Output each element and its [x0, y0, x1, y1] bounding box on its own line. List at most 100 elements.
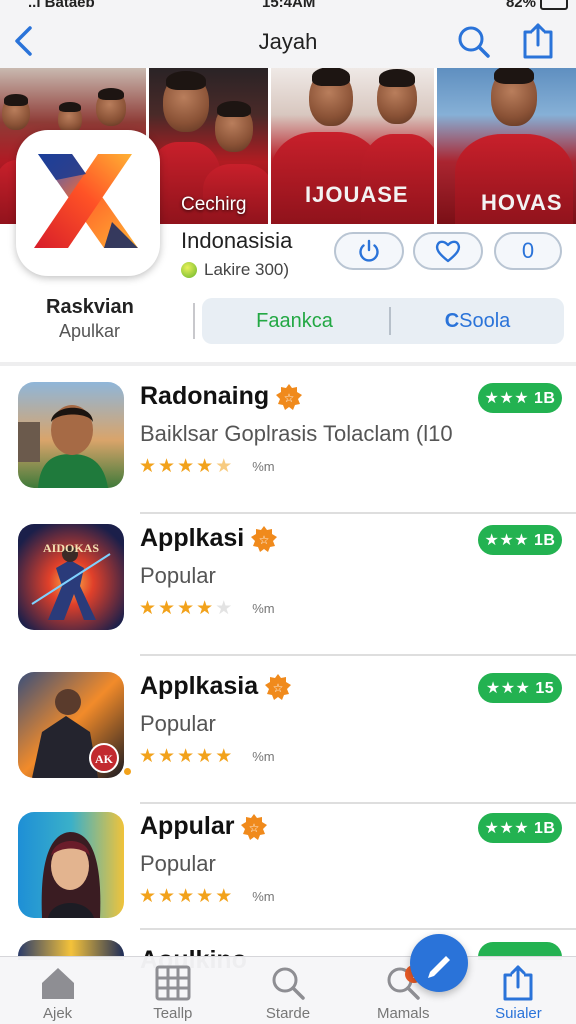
star-icon: ★	[158, 746, 176, 767]
rating-badge[interactable]: ★★★ 1B	[478, 383, 562, 413]
power-icon	[359, 239, 379, 262]
star-icon: ★	[196, 886, 214, 907]
rating-badge[interactable]: ★★★ 15	[478, 673, 562, 703]
star-icon: ★	[177, 886, 195, 907]
list-item[interactable]: AIDOKAS Applkasi ☆ Popular ★ ★ ★ ★ ★ %m ★★★ …	[0, 508, 576, 656]
dark-hero-thumb-icon: AK	[18, 672, 124, 778]
share-icon	[523, 23, 553, 59]
rating-badge[interactable]: ★★★ 1B	[478, 813, 562, 843]
svg-text:AIDOKAS: AIDOKAS	[43, 541, 99, 555]
divider	[193, 303, 195, 339]
app-title-text: Appular	[140, 812, 235, 840]
list-item[interactable]: AK Applkasia ☆ Popular ★ ★ ★ ★ ★ %m ★★★ 15	[0, 656, 576, 804]
rating-count: %m	[252, 889, 275, 904]
app-title-text: Applkasia	[140, 672, 259, 700]
app-subtitle: Popular	[140, 563, 216, 588]
tab-label: Starde	[265, 1005, 311, 1022]
award-badge-icon: ☆	[241, 813, 268, 840]
woman-portrait-thumb-icon	[18, 812, 124, 918]
search-button[interactable]	[456, 24, 492, 60]
rating-count: %m	[252, 601, 275, 616]
search-icon	[272, 967, 305, 1000]
star-icon: ★	[196, 598, 214, 619]
svg-text:☆: ☆	[284, 391, 295, 405]
rating-badge[interactable]: ★★★ 1B	[478, 525, 562, 555]
refresh-c-icon: C	[444, 310, 460, 332]
star-icon: ★	[177, 456, 195, 477]
x-logo-icon	[34, 154, 138, 248]
star-icon: ★	[196, 746, 214, 767]
tab-teallp[interactable]: Teallp	[115, 957, 230, 1024]
list-item[interactable]: Radonaing ☆ Baiklsar Goplrasis Tolaclam …	[0, 366, 576, 514]
star-rating: ★ ★ ★ ★ ★ %m	[139, 599, 275, 618]
app-thumbnail: AIDOKAS	[18, 524, 124, 630]
heart-icon	[435, 240, 461, 263]
hero-caption: Cechirg	[181, 194, 247, 215]
favorite-button[interactable]	[413, 232, 483, 270]
app-subtitle: Popular	[140, 711, 216, 736]
star-icon: ★	[196, 456, 214, 477]
star-half-icon: ★	[215, 456, 233, 477]
list-item[interactable]: Appular ☆ Popular ★ ★ ★ ★ ★ %m ★★★ 1B	[0, 796, 576, 944]
star-icon: ★	[177, 746, 195, 767]
app-subtitle: Popular	[140, 851, 216, 876]
app-thumbnail: AK	[18, 672, 124, 778]
navigation-bar: Jayah	[0, 16, 576, 68]
pen-icon	[428, 956, 450, 978]
star-icon: ★	[158, 598, 176, 619]
star-icon: ★	[139, 886, 157, 907]
floating-action-button[interactable]	[410, 934, 468, 992]
star-icon: ★	[139, 456, 157, 477]
app-icon[interactable]	[16, 130, 160, 276]
star-empty-icon: ★	[215, 598, 233, 619]
battery-percent: 82%	[505, 0, 536, 11]
share-button[interactable]	[520, 22, 556, 60]
segmented-control: Faankca CSoola	[202, 298, 564, 344]
action-game-thumb-icon: AIDOKAS	[18, 524, 124, 630]
segment-left[interactable]: Faankca	[202, 298, 387, 344]
tab-label: Suialer	[495, 1005, 542, 1022]
app-subtitle: Baiklsar Goplrasis Tolaclam (l10	[140, 421, 453, 446]
carrier-label: ..l Bataeb	[28, 0, 95, 11]
house-icon	[41, 968, 74, 999]
app-title: Radonaing ☆	[140, 382, 303, 411]
battery-icon	[540, 0, 568, 10]
award-badge-icon: ☆	[265, 673, 292, 700]
status-bar: ..l Bataeb 15:4AM 82%	[0, 0, 576, 16]
soccer-player-thumb-icon	[18, 382, 124, 488]
app-subtitle: Lakire 300)	[181, 260, 289, 280]
star-icon: ★	[158, 886, 176, 907]
app-thumbnail	[18, 812, 124, 918]
star-rating: ★ ★ ★ ★ ★ %m	[139, 457, 275, 476]
status-dot-icon	[181, 262, 197, 278]
app-thumbnail	[18, 382, 124, 488]
app-title-text: Radonaing	[140, 382, 270, 410]
row-divider	[140, 928, 576, 930]
star-icon: ★	[215, 746, 233, 767]
tab-starde[interactable]: Starde	[230, 957, 345, 1024]
tab-label: Mamals	[376, 1005, 430, 1022]
svg-text:AK: AK	[95, 752, 114, 766]
developer-subtitle: Apulkar	[59, 321, 121, 341]
award-badge-icon: ☆	[251, 525, 278, 552]
segment-right-label: Soola	[459, 310, 511, 332]
star-icon: ★	[177, 598, 195, 619]
share-icon	[503, 965, 533, 1001]
award-badge-icon: ☆	[276, 383, 303, 410]
app-title-text: Applkasi	[140, 524, 245, 552]
tab-bar: Ajek Teallp Starde ? Mamals	[0, 956, 576, 1024]
segment-right[interactable]: CSoola	[391, 298, 564, 344]
svg-text:☆: ☆	[249, 821, 260, 835]
app-title: Applkasi ☆	[140, 524, 278, 553]
star-rating: ★ ★ ★ ★ ★ %m	[139, 747, 275, 766]
power-button[interactable]	[334, 232, 404, 270]
tab-ajek[interactable]: Ajek	[0, 957, 115, 1024]
developer-name: Raskvian	[46, 296, 134, 318]
count-button[interactable]: 0	[494, 232, 562, 270]
app-subtitle-text: Lakire 300)	[204, 260, 290, 279]
tab-suialer[interactable]: Suialer	[461, 957, 576, 1024]
rating-count: %m	[252, 459, 275, 474]
rating-count: %m	[252, 749, 275, 764]
grid-icon	[155, 965, 191, 1001]
app-name: Indonasisia	[181, 228, 293, 253]
